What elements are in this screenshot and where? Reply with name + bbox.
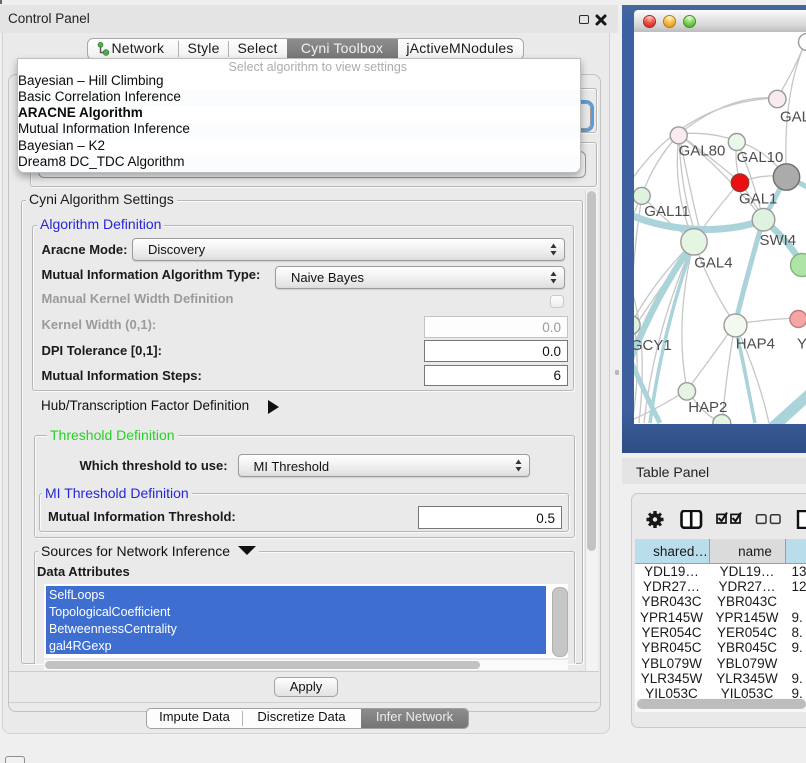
svg-text:YJ: YJ — [797, 336, 806, 353]
svg-text:HAP2: HAP2 — [688, 399, 727, 416]
svg-text:GAL80: GAL80 — [679, 143, 726, 160]
svg-text:GCY1: GCY1 — [634, 337, 672, 354]
svg-text:GAL1: GAL1 — [739, 191, 777, 208]
svg-text:GAL10: GAL10 — [737, 149, 784, 166]
svg-text:GAL4: GAL4 — [694, 255, 732, 272]
svg-text:SWI4: SWI4 — [759, 232, 796, 249]
svg-text:GAL11: GAL11 — [644, 203, 690, 220]
svg-text:GAL8: GAL8 — [780, 109, 806, 126]
svg-text:HAP4: HAP4 — [736, 335, 775, 352]
